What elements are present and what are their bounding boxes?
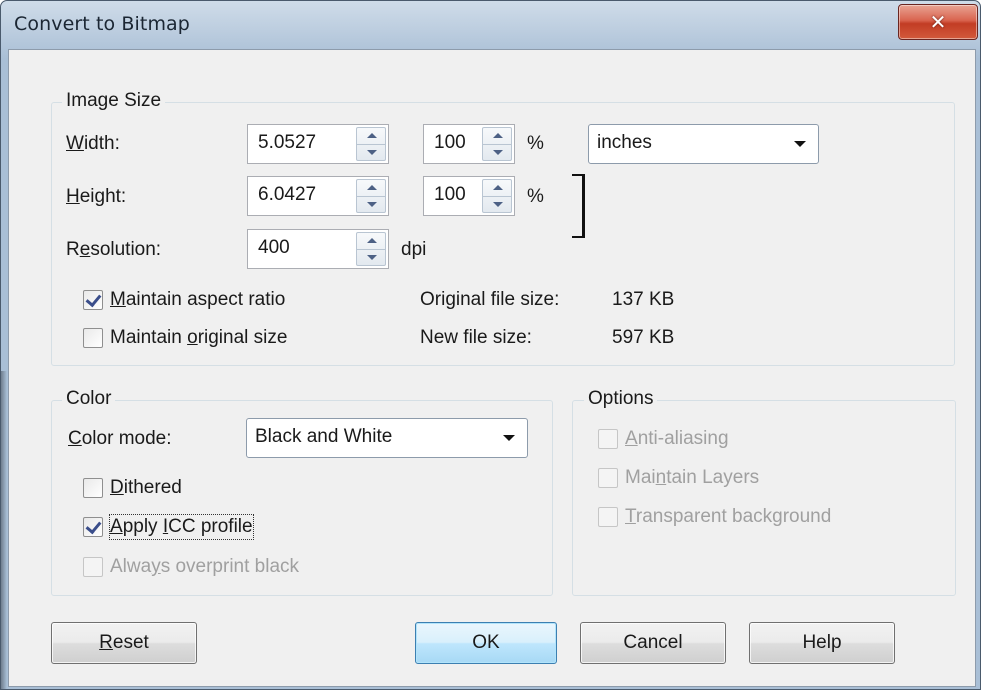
apply-icc-profile-label[interactable]: Apply ICC profile	[109, 514, 254, 540]
checkmark-icon	[85, 517, 102, 535]
height-spinbox[interactable]: 6.0427	[247, 176, 389, 216]
width-percent-spin-arrows[interactable]	[482, 127, 512, 161]
maintain-original-size-checkbox[interactable]	[83, 328, 103, 348]
dialog-client-area: Image Size Width: 5.0527 100 % Height: 6…	[8, 49, 976, 687]
color-group-title: Color	[62, 388, 116, 410]
width-spin-arrows[interactable]	[356, 127, 386, 161]
original-file-size-value: 137 KB	[612, 289, 675, 310]
maintain-layers-label[interactable]: Maintain Layers	[625, 466, 759, 490]
apply-icc-profile-checkbox[interactable]	[83, 517, 103, 537]
new-file-size-label: New file size:	[420, 327, 532, 348]
always-overprint-black-checkbox[interactable]	[83, 557, 103, 577]
spin-down-icon	[493, 150, 503, 155]
options-group-title: Options	[584, 388, 658, 410]
color-mode-selected-value: Black and White	[255, 426, 393, 447]
chevron-down-icon	[794, 141, 806, 147]
anti-aliasing-checkbox[interactable]	[598, 429, 618, 449]
resolution-spin-arrows[interactable]	[356, 232, 386, 266]
height-percent-value: 100	[434, 184, 466, 205]
height-percent-sign: %	[527, 186, 544, 207]
height-label: Height:	[66, 186, 127, 207]
maintain-original-size-label[interactable]: Maintain original size	[110, 326, 287, 350]
original-file-size-label: Original file size:	[420, 289, 560, 310]
spin-up-icon	[367, 185, 377, 190]
resolution-value: 400	[258, 237, 290, 258]
height-percent-spin-arrows[interactable]	[482, 179, 512, 213]
spin-up-icon	[367, 238, 377, 243]
close-icon: ✕	[929, 10, 947, 34]
spin-down-icon	[367, 202, 377, 207]
width-percent-spinbox[interactable]: 100	[423, 124, 515, 164]
spin-up-icon	[367, 133, 377, 138]
window-title: Convert to Bitmap	[14, 13, 190, 35]
units-dropdown[interactable]: inches	[588, 124, 819, 164]
width-spinbox[interactable]: 5.0527	[247, 124, 389, 164]
always-overprint-black-label[interactable]: Always overprint black	[110, 555, 299, 579]
width-percent-value: 100	[434, 132, 466, 153]
cancel-button[interactable]: Cancel	[580, 622, 726, 664]
width-label: Width:	[66, 133, 120, 154]
color-mode-label: Color mode:	[68, 428, 172, 449]
help-button[interactable]: Help	[749, 622, 895, 664]
dithered-label[interactable]: Dithered	[110, 476, 182, 500]
transparent-background-checkbox[interactable]	[598, 507, 618, 527]
image-size-group-title: Image Size	[62, 90, 166, 112]
units-selected-value: inches	[597, 132, 652, 153]
color-mode-dropdown[interactable]: Black and White	[246, 418, 528, 458]
height-spin-arrows[interactable]	[356, 179, 386, 213]
dithered-checkbox[interactable]	[83, 478, 103, 498]
chevron-down-icon	[503, 435, 515, 441]
spin-down-icon	[493, 202, 503, 207]
resolution-unit: dpi	[401, 239, 427, 260]
spin-up-icon	[493, 133, 503, 138]
aspect-link-bracket	[572, 174, 585, 238]
ok-button[interactable]: OK	[415, 622, 557, 664]
maintain-layers-checkbox[interactable]	[598, 468, 618, 488]
spin-up-icon	[493, 185, 503, 190]
resolution-label: Resolution:	[66, 239, 162, 260]
new-file-size-value: 597 KB	[612, 327, 675, 348]
height-percent-spinbox[interactable]: 100	[423, 176, 515, 216]
height-value: 6.0427	[258, 184, 317, 205]
checkmark-icon	[85, 290, 102, 308]
maintain-aspect-checkbox[interactable]	[83, 290, 103, 310]
window-edge-shadow	[1, 371, 7, 689]
maintain-aspect-label[interactable]: Maintain aspect ratio	[110, 288, 285, 312]
reset-button[interactable]: Reset	[51, 622, 197, 664]
spin-down-icon	[367, 150, 377, 155]
spin-down-icon	[367, 255, 377, 260]
dialog-window: Convert to Bitmap ✕ Image Size Width: 5.…	[0, 0, 981, 690]
close-button[interactable]: ✕	[898, 4, 978, 40]
resolution-spinbox[interactable]: 400	[247, 229, 389, 269]
transparent-background-label[interactable]: Transparent background	[625, 505, 831, 529]
anti-aliasing-label[interactable]: Anti-aliasing	[625, 427, 729, 451]
width-percent-sign: %	[527, 133, 544, 154]
width-value: 5.0527	[258, 132, 317, 153]
